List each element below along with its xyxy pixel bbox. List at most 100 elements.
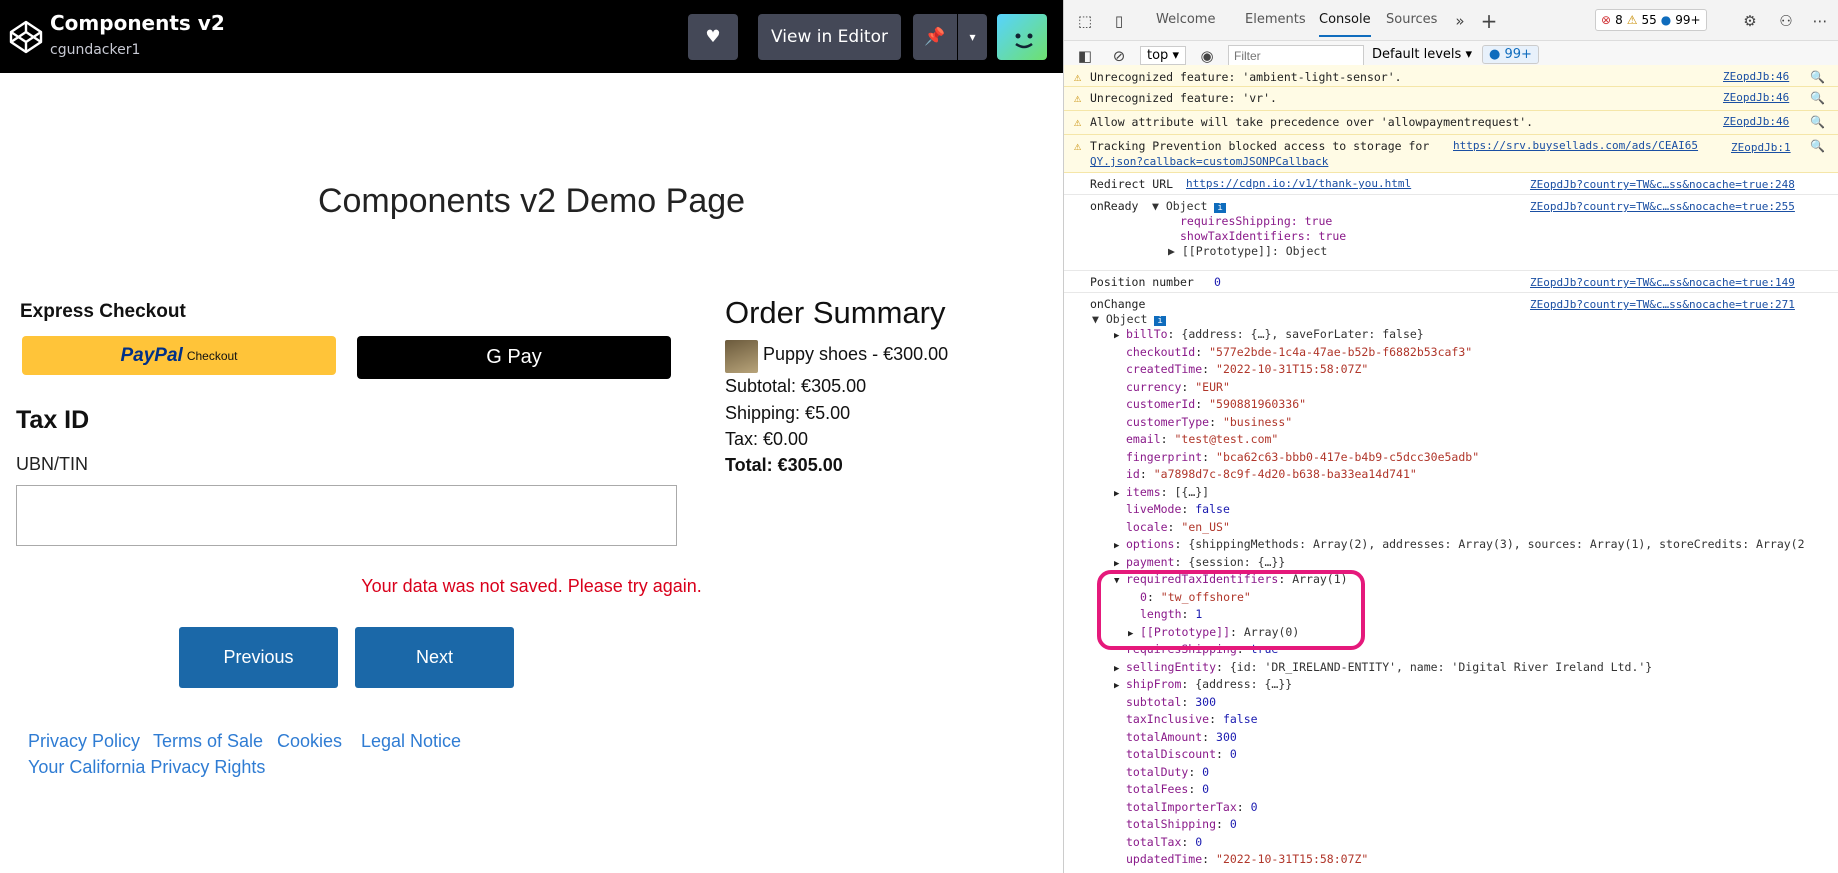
colon: :	[1202, 362, 1217, 376]
redirect-url-link[interactable]: https://cdpn.io:/v1/thank-you.html	[1186, 177, 1411, 190]
object-property-row[interactable]: ▶ shipFrom: {address: {…}}	[1114, 677, 1292, 691]
live-expression-eye-icon[interactable]: ◉	[1196, 45, 1218, 67]
tab-sources[interactable]: Sources	[1386, 12, 1437, 27]
more-tabs-icon[interactable]: »	[1449, 10, 1471, 32]
tab-console[interactable]: Console	[1319, 12, 1371, 37]
property-value: {session: {…}}	[1188, 554, 1286, 569]
tab-elements[interactable]: Elements	[1245, 12, 1306, 27]
ubn-tin-input[interactable]	[16, 485, 677, 546]
property-key: fingerprint	[1126, 449, 1203, 464]
add-tab-icon[interactable]: +	[1478, 10, 1500, 32]
customize-icon[interactable]: ⚇	[1775, 10, 1797, 32]
sidebar-toggle-icon[interactable]: ◧	[1074, 45, 1096, 67]
source-link[interactable]: ZEopdJb?country=TW&c…ss&nocache=true:248	[1530, 178, 1795, 191]
error-count-badge[interactable]: ⊗ 8 ⚠ 55 ● 99+	[1595, 9, 1707, 31]
log-levels-select[interactable]: Default levels ▾	[1372, 47, 1472, 62]
property-key: subtotal	[1126, 694, 1182, 709]
object-property: requiresShipping: true	[1180, 214, 1333, 228]
codepen-logo-icon[interactable]	[8, 19, 44, 55]
console-message: Allow attribute will take precedence ove…	[1090, 115, 1534, 129]
object-property-row: totalDuty: 0	[1114, 765, 1209, 779]
source-link[interactable]: ZEopdJb?country=TW&c…ss&nocache=true:255	[1530, 200, 1795, 213]
context-value: top	[1147, 48, 1169, 63]
footer-link-cookies[interactable]: Cookies	[277, 731, 342, 752]
property-value: {id: 'DR_IRELAND-ENTITY', name: 'Digital…	[1229, 659, 1653, 674]
view-in-editor-button[interactable]: View in Editor	[758, 14, 901, 60]
expand-icon: ▶	[1114, 681, 1120, 691]
heart-icon: ♥	[705, 27, 721, 47]
source-link[interactable]: ZEopdJb?country=TW&c…ss&nocache=true:271	[1530, 298, 1795, 311]
property-key: updatedTime	[1126, 852, 1203, 866]
device-emulation-icon[interactable]: ▯	[1108, 10, 1130, 32]
property-key: totalAmount	[1126, 729, 1203, 744]
source-link[interactable]: ZEopdJb?country=TW&c…ss&nocache=true:149	[1530, 276, 1795, 289]
context-select[interactable]: top ▾	[1140, 46, 1186, 65]
pin-button[interactable]: 📌	[913, 14, 957, 60]
source-link[interactable]: ZEopdJb:1	[1731, 141, 1791, 154]
object-toggle[interactable]: ▼ Object i	[1092, 312, 1166, 326]
console-log-row: Position number 0 ZEopdJb?country=TW&c…s…	[1064, 271, 1838, 293]
colon: :	[1236, 799, 1251, 814]
property-key: totalFees	[1126, 782, 1189, 796]
object-property-row[interactable]: ▶ billTo: {address: {…}, saveForLater: fa…	[1114, 327, 1424, 341]
prototype-toggle[interactable]: ▶ [[Prototype]]: Object	[1168, 244, 1327, 258]
tracking-url-link-cont[interactable]: QY.json?callback=customJSONPCallback	[1090, 155, 1328, 168]
tab-welcome[interactable]: Welcome	[1156, 12, 1215, 27]
heart-button[interactable]: ♥	[688, 14, 738, 60]
colon: :	[1181, 502, 1196, 516]
issues-badge[interactable]: ● 99+	[1482, 45, 1539, 64]
object-property-row: updatedTime: "2022-10-31T15:58:07Z"	[1114, 852, 1368, 866]
footer-link-legal[interactable]: Legal Notice	[361, 731, 461, 752]
warning-icon: ⚠	[1074, 115, 1082, 129]
avatar[interactable]	[997, 14, 1047, 60]
pin-dropdown-button[interactable]: ▾	[958, 14, 987, 60]
colon: :	[1202, 729, 1217, 744]
property-key: currency	[1126, 379, 1182, 394]
pen-author[interactable]: cgundacker1	[50, 42, 140, 58]
colon: :	[1188, 782, 1203, 796]
magnify-icon[interactable]: 🔍	[1810, 115, 1825, 129]
object-property-row: email: "test@test.com"	[1114, 432, 1278, 446]
object-toggle[interactable]: ▼ Object i	[1152, 199, 1226, 213]
property-key: id	[1126, 467, 1140, 481]
settings-gear-icon[interactable]: ⚙	[1739, 10, 1761, 32]
footer-link-privacy[interactable]: Privacy Policy	[28, 731, 140, 752]
magnify-icon[interactable]: 🔍	[1810, 91, 1825, 105]
footer-link-terms[interactable]: Terms of Sale	[153, 731, 263, 752]
previous-button[interactable]: Previous	[179, 627, 338, 688]
magnify-icon[interactable]: 🔍	[1810, 70, 1825, 84]
object-property-row[interactable]: ▶ sellingEntity: {id: 'DR_IRELAND-ENTITY'…	[1114, 660, 1652, 674]
paypal-button[interactable]: PayPal Checkout	[22, 336, 336, 375]
google-pay-button[interactable]: G Pay	[357, 336, 671, 379]
position-value: 0	[1214, 275, 1221, 289]
object-property-row[interactable]: ▶ options: {shippingMethods: Array(2), ad…	[1114, 537, 1805, 551]
pen-title[interactable]: Components v2	[50, 11, 225, 35]
warning-icon: ⚠	[1074, 139, 1082, 153]
devtools-tabbar: ⬚ ▯ Welcome Elements Console Sources » +…	[1064, 0, 1838, 41]
console-filter-input[interactable]	[1228, 45, 1364, 67]
footer-link-california[interactable]: Your California Privacy Rights	[28, 757, 265, 778]
tracking-url-link[interactable]: https://srv.buysellads.com/ads/CEAI65	[1453, 139, 1698, 152]
object-property-row[interactable]: ▶ payment: {session: {…}}	[1114, 555, 1285, 569]
log-levels-value: Default levels	[1372, 47, 1462, 62]
next-button[interactable]: Next	[355, 627, 514, 688]
source-link[interactable]: ZEopdJb:46	[1723, 115, 1789, 128]
magnify-icon[interactable]: 🔍	[1810, 139, 1825, 153]
object-property-row: fingerprint: "bca62c63-bbb0-417e-b4b9-c5…	[1114, 450, 1479, 464]
more-options-icon[interactable]: ⋯	[1809, 10, 1831, 32]
source-link[interactable]: ZEopdJb:46	[1723, 70, 1789, 83]
message-count: 99+	[1675, 13, 1701, 27]
colon: :	[1167, 327, 1182, 341]
source-link[interactable]: ZEopdJb:46	[1723, 91, 1789, 104]
object-property-row: currency: "EUR"	[1114, 380, 1230, 394]
console-warning-row: ⚠ Allow attribute will take precedence o…	[1064, 111, 1838, 135]
colon: :	[1167, 519, 1182, 534]
object-property-row[interactable]: ▶ items: [{…}]	[1114, 485, 1209, 499]
console-log-row: onReady ▼ Object i requiresShipping: tru…	[1064, 195, 1838, 271]
console-warning-row: ⚠ Unrecognized feature: 'vr'. ZEopdJb:46…	[1064, 87, 1838, 111]
property-key: totalDuty	[1126, 764, 1189, 779]
clear-console-icon[interactable]: ⊘	[1108, 45, 1130, 67]
inspect-icon[interactable]: ⬚	[1074, 10, 1096, 32]
error-message: Your data was not saved. Please try agai…	[361, 576, 702, 596]
codepen-preview: Components v2 cgundacker1 ♥ View in Edit…	[0, 0, 1063, 873]
